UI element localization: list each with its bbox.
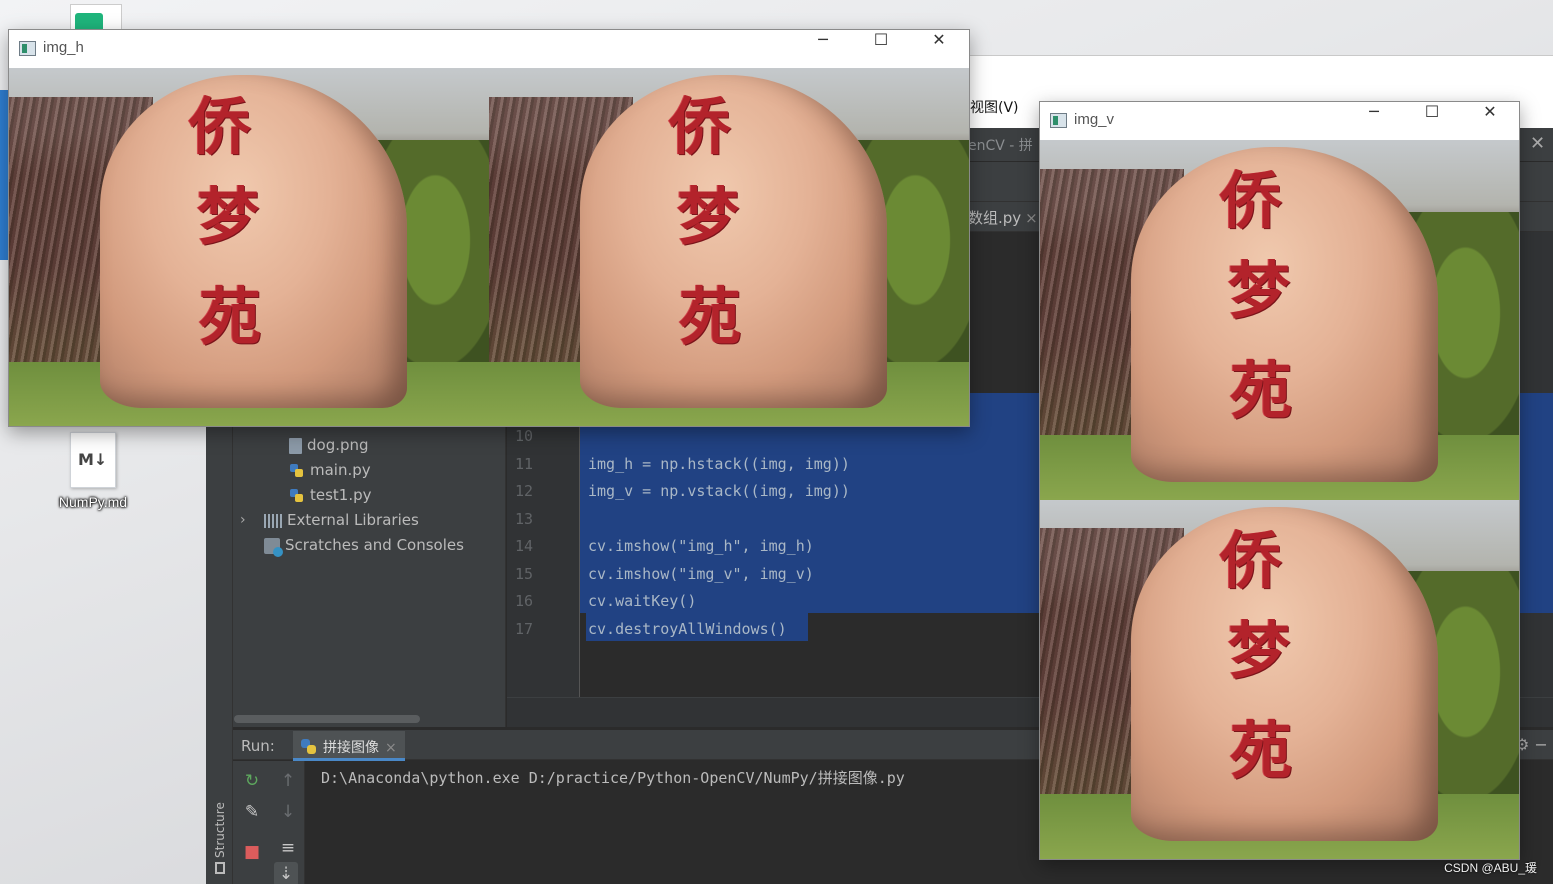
line-number: 10 — [514, 427, 533, 445]
ide-title-text: enCV - 拼 — [968, 138, 1033, 154]
python-icon — [301, 739, 317, 755]
photo-char: 苑 — [1230, 354, 1293, 427]
image-display: 侨 梦 苑 侨 梦 苑 — [1040, 140, 1519, 859]
code-line-15: cv.imshow("img_v", img_v) — [588, 565, 814, 583]
run-tab-label: 拼接图像 — [323, 740, 379, 756]
window-titlebar[interactable]: img_v ─ ☐ ✕ — [1040, 102, 1519, 139]
stop-icon[interactable]: ■ — [240, 840, 264, 864]
rock-photo-right: 侨 梦 苑 — [489, 68, 969, 426]
image-file-icon — [289, 437, 302, 454]
line-number: 14 — [514, 537, 533, 555]
console-output-line: D:\Anaconda\python.exe D:/practice/Pytho… — [321, 769, 905, 787]
maximize-button[interactable]: ☐ — [1403, 102, 1461, 139]
line-number: 13 — [514, 510, 533, 528]
selection-highlight-right — [1520, 393, 1553, 613]
photo-char: 梦 — [1228, 254, 1291, 327]
window-title: img_v — [1074, 111, 1115, 128]
tree-item-scratches[interactable]: Scratches and Consoles — [264, 536, 464, 557]
tree-item-main-py[interactable]: main.py — [289, 461, 371, 479]
arrow-up-icon[interactable]: ↑ — [276, 769, 300, 793]
code-line-16: cv.waitKey() — [588, 592, 697, 610]
project-horizontal-scrollbar[interactable] — [234, 715, 420, 723]
photo-char: 苑 — [679, 280, 742, 353]
scroll-to-end-icon[interactable]: ⇣ — [274, 862, 298, 884]
photo-char: 梦 — [677, 180, 740, 253]
python-file-icon — [289, 463, 305, 479]
tree-item-external-libraries[interactable]: External Libraries — [264, 511, 419, 529]
wrench-icon[interactable]: ✎ — [240, 800, 264, 824]
python-file-icon — [289, 488, 305, 504]
editor-tab[interactable]: 数组.py × — [968, 207, 1038, 228]
markdown-file-icon: M↓ — [70, 432, 116, 488]
rerun-icon[interactable]: ↻ — [240, 769, 264, 793]
image-display: 侨 梦 苑 侨 梦 苑 — [9, 68, 969, 426]
run-label: Run: — [241, 737, 275, 755]
tab-close-icon[interactable]: × — [1025, 209, 1038, 227]
scratches-icon — [264, 537, 283, 557]
structure-tool-tab[interactable]: Structure — [211, 800, 231, 860]
close-button[interactable]: ✕ — [910, 30, 968, 67]
ide-close-icon[interactable]: ✕ — [1530, 133, 1545, 154]
tree-item-dog-png[interactable]: dog.png — [289, 436, 369, 454]
photo-char: 侨 — [1220, 523, 1283, 597]
photo-char: 梦 — [197, 180, 260, 253]
desktop-left-strip — [0, 90, 8, 260]
code-line-11: img_h = np.hstack((img, img)) — [588, 455, 850, 473]
run-tab[interactable]: 拼接图像 × — [293, 731, 405, 761]
chevron-right-icon[interactable]: › — [240, 512, 246, 528]
line-number: 12 — [514, 482, 533, 500]
library-icon — [264, 513, 282, 528]
code-line-14: cv.imshow("img_h", img_h) — [588, 537, 814, 555]
line-number: 11 — [514, 455, 533, 473]
photo-char: 苑 — [199, 280, 262, 353]
maximize-button[interactable]: ☐ — [852, 30, 910, 67]
minimize-button[interactable]: ─ — [1345, 102, 1403, 139]
minimize-button[interactable]: ─ — [794, 30, 852, 67]
watermark: CSDN @ABU_瑗 — [1444, 861, 1537, 875]
opencv-window-img-v[interactable]: img_v ─ ☐ ✕ 侨 梦 苑 侨 梦 苑 — [1039, 101, 1520, 860]
photo-char: 梦 — [1228, 613, 1291, 687]
desktop-app-icon[interactable] — [70, 4, 122, 31]
rock-photo-bottom: 侨 梦 苑 — [1040, 499, 1519, 859]
photo-char: 苑 — [1230, 713, 1293, 787]
rock-photo-left: 侨 梦 苑 — [9, 68, 489, 426]
photo-char: 侨 — [189, 90, 252, 163]
tree-item-test1-py[interactable]: test1.py — [289, 486, 372, 504]
desktop-file-numpy-md[interactable]: M↓ NumPy.md — [52, 432, 134, 510]
app-icon — [19, 41, 36, 56]
editor-tab-label: 数组.py — [968, 209, 1022, 227]
structure-icon[interactable] — [215, 862, 225, 874]
line-number: 17 — [514, 620, 533, 638]
close-button[interactable]: ✕ — [1461, 102, 1519, 139]
line-number: 16 — [514, 592, 533, 610]
arrow-down-icon[interactable]: ↓ — [276, 800, 300, 824]
rock-photo-top: 侨 梦 苑 — [1040, 140, 1519, 500]
app-icon — [1050, 113, 1067, 128]
code-line-12: img_v = np.vstack((img, img)) — [588, 482, 850, 500]
code-line-17: cv.destroyAllWindows() — [588, 620, 787, 638]
window-title: img_h — [43, 39, 84, 56]
photo-char: 侨 — [1220, 164, 1283, 237]
window-titlebar[interactable]: img_h ─ ☐ ✕ — [9, 30, 969, 67]
run-tab-close-icon[interactable]: × — [385, 740, 397, 756]
background-menu-view[interactable]: 视图(V) — [970, 97, 1019, 117]
soft-wrap-icon[interactable]: ≡ — [276, 836, 300, 860]
desktop-file-name: NumPy.md — [58, 494, 128, 510]
photo-char: 侨 — [669, 90, 732, 163]
line-number: 15 — [514, 565, 533, 583]
opencv-window-img-h[interactable]: img_h ─ ☐ ✕ 侨 梦 苑 侨 梦 苑 — [8, 29, 970, 427]
